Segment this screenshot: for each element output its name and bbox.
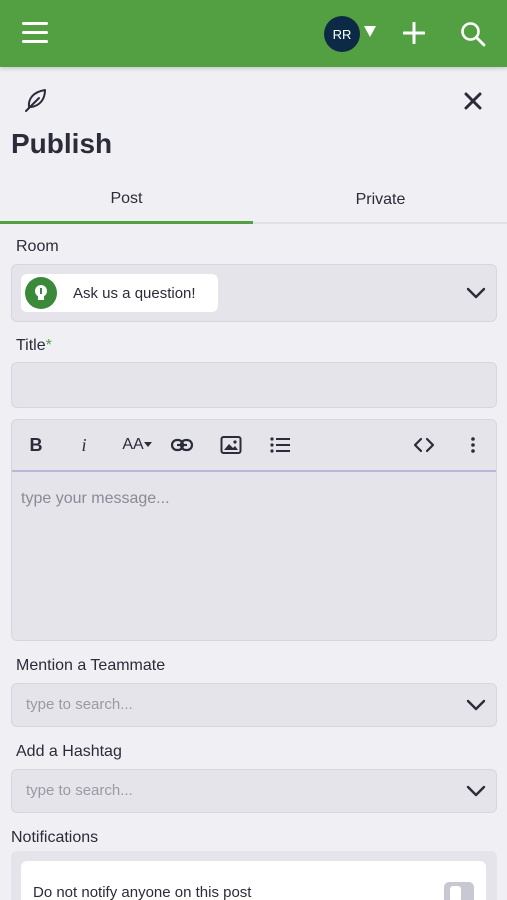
mention-placeholder: type to search... [26, 696, 133, 713]
hashtag-search-input[interactable]: type to search... [11, 769, 497, 813]
caret-down-icon [143, 442, 152, 447]
close-icon[interactable] [462, 90, 484, 112]
menu-icon[interactable] [22, 22, 48, 44]
required-mark: * [45, 337, 52, 354]
font-size-button[interactable]: AA [120, 432, 154, 458]
tab-post[interactable]: Post [0, 176, 253, 224]
title-label-text: Title [16, 337, 46, 354]
bold-button[interactable]: B [26, 432, 46, 458]
lightbulb-icon [25, 277, 57, 309]
tab-private[interactable]: Private [254, 176, 507, 224]
page-title: Publish [11, 128, 113, 159]
title-input[interactable] [11, 362, 497, 408]
message-editor[interactable]: B i AA type your message... [11, 419, 497, 641]
mention-label: Mention a Teammate [16, 657, 166, 674]
italic-button[interactable]: i [76, 432, 92, 458]
tab-bar: Post Private [0, 176, 507, 224]
font-size-icon: AA [122, 436, 144, 453]
room-value: Ask us a question! [73, 284, 196, 302]
notify-option-row[interactable]: Do not notify anyone on this post [21, 861, 486, 900]
notify-option-label: Do not notify anyone on this post [33, 884, 252, 900]
editor-toolbar: B i AA [12, 420, 496, 472]
room-chip: Ask us a question! [21, 274, 218, 312]
top-bar: RR [0, 0, 507, 67]
chevron-down-icon [466, 785, 486, 797]
editor-placeholder: type your message... [21, 490, 170, 507]
mention-search-input[interactable]: type to search... [11, 683, 497, 727]
hashtag-placeholder: type to search... [26, 782, 133, 799]
notifications-panel: Do not notify anyone on this post [11, 851, 497, 900]
code-icon[interactable] [413, 432, 435, 458]
avatar[interactable]: RR [324, 16, 360, 52]
feather-icon [25, 89, 46, 112]
link-icon[interactable] [170, 432, 194, 458]
more-vertical-icon[interactable] [468, 432, 478, 458]
room-label: Room [16, 238, 59, 255]
room-select[interactable]: Ask us a question! [11, 264, 497, 322]
chevron-down-icon [466, 287, 486, 299]
toggle-knob [450, 886, 461, 900]
notifications-label: Notifications [11, 829, 99, 846]
chevron-down-icon [466, 699, 486, 711]
title-label: Title* [16, 337, 52, 355]
list-icon[interactable] [269, 432, 291, 458]
chevron-down-icon[interactable] [364, 26, 376, 37]
plus-icon[interactable] [403, 22, 425, 44]
hashtag-label: Add a Hashtag [16, 743, 122, 760]
avatar-initials: RR [332, 26, 352, 42]
notify-toggle[interactable] [444, 882, 474, 900]
image-icon[interactable] [220, 432, 242, 458]
search-icon[interactable] [460, 21, 486, 47]
